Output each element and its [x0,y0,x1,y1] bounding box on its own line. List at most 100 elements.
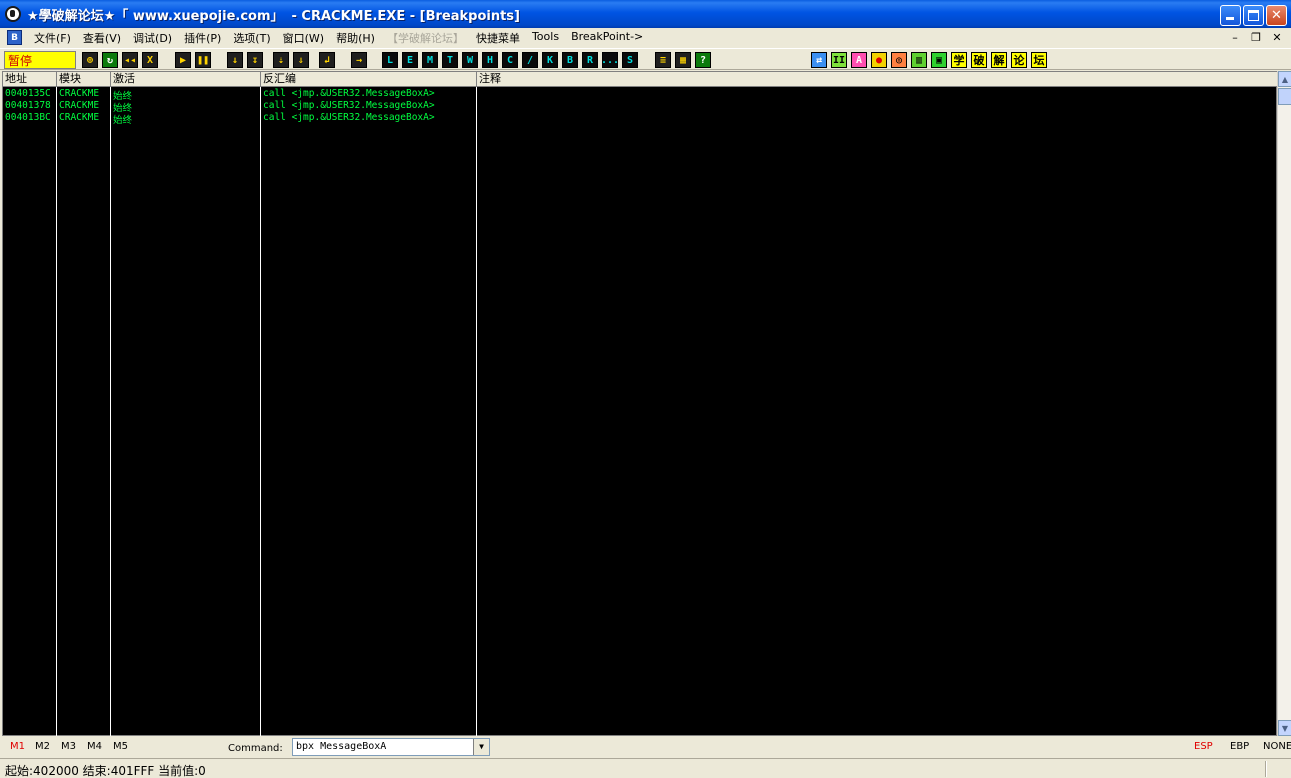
debug-status: 暂停 [4,51,76,69]
command-value[interactable]: bpx MessageBoxA [296,741,386,752]
equalizer-icon[interactable]: ▥ [911,52,927,68]
refresh-icon[interactable]: ⇄ [811,52,827,68]
pause-icon[interactable]: ❚❚ [195,52,211,68]
forum-button[interactable]: 学 [951,52,967,68]
vertical-scrollbar[interactable]: ▲ ▼ [1277,71,1291,736]
window-button[interactable]: W [462,52,478,68]
table-header: 地址 模块 激活 反汇编 注释 [3,72,1278,87]
menu-item[interactable]: 调试(D) [127,30,178,46]
mark-m1[interactable]: M1 [10,741,25,752]
maximize-icon [1248,10,1259,21]
cell-disassembly: call <jmp.&USER32.MessageBoxA> [263,88,435,99]
trace-over-icon[interactable]: ⇓ [293,52,309,68]
options-list-icon[interactable]: ≡ [655,52,671,68]
mdi-child-icon[interactable]: B [7,30,22,45]
table-row[interactable]: 0040135C CRACKME 始终 call <jmp.&USER32.Messa… [3,88,1278,102]
target-icon[interactable]: ◎ [891,52,907,68]
step-into-icon[interactable]: ↓ [227,52,243,68]
toolbar: 暂停 ⊕ ↻ ◂◂ X ▶ ❚❚ ↓ ↧ ⇣ ⇓ ↲ → L E M T W H C / K B R… [0,48,1291,70]
status-bar: 起始:402000 结束:401FFF 当前值:0 [0,758,1291,778]
window-button[interactable]: S [622,52,638,68]
mark-m3[interactable]: M3 [61,741,76,752]
restart-icon[interactable]: ↻ [102,52,118,68]
grid-icon[interactable]: ▦ [675,52,691,68]
window-button[interactable]: T [442,52,458,68]
menu-item[interactable]: 查看(V) [77,30,127,46]
maximize-button[interactable] [1243,5,1264,26]
menu-bar: B 文件(F) 查看(V) 调试(D) 插件(P) 选项(T) 窗口(W) 帮助(H) 【学破… [0,28,1291,47]
window-button[interactable]: H [482,52,498,68]
menu-item[interactable]: 快捷菜单 [470,30,526,46]
step-over-icon[interactable]: ↧ [247,52,263,68]
open-icon[interactable]: ⊕ [82,52,98,68]
mark-m4[interactable]: M4 [87,741,102,752]
run-icon[interactable]: ▶ [175,52,191,68]
table-row[interactable]: 004013BC CRACKME 始终 call <jmp.&USER32.Messa… [3,112,1278,126]
close-icon: ✕ [1271,8,1282,23]
window-button[interactable]: M [422,52,438,68]
header-address[interactable]: 地址 [3,72,57,87]
chevron-down-icon[interactable]: ▼ [473,739,489,755]
window-button[interactable]: / [522,52,538,68]
window-icon[interactable]: ▣ [931,52,947,68]
window-button[interactable]: L [382,52,398,68]
column-divider [110,87,111,737]
menu-item[interactable]: 帮助(H) [330,30,381,46]
header-comment[interactable]: 注释 [477,72,1278,87]
window-button[interactable]: C [502,52,518,68]
scroll-thumb[interactable] [1278,88,1291,105]
forum-button[interactable]: 坛 [1031,52,1047,68]
table-row[interactable]: 00401378 CRACKME 始终 call <jmp.&USER32.Messa… [3,100,1278,114]
record-icon[interactable]: ● [871,52,887,68]
cell-module: CRACKME [59,88,100,99]
mdi-close-button[interactable]: ✕ [1269,30,1285,44]
menu-item[interactable]: 插件(P) [178,30,227,46]
window-button[interactable]: R [582,52,598,68]
window-title: ★學破解论坛★「 www.xuepojie.com」 - CRACKME.EXE … [27,5,520,24]
menu-item[interactable]: 窗口(W) [277,30,330,46]
app-icon[interactable] [5,6,21,22]
register-ebp[interactable]: EBP [1230,741,1249,752]
menu-item[interactable]: Tools [526,30,565,46]
menu-item[interactable]: 文件(F) [28,30,77,46]
help-icon[interactable]: ? [695,52,711,68]
pause-green-icon[interactable]: II [831,52,847,68]
rewind-icon[interactable]: ◂◂ [122,52,138,68]
font-icon[interactable]: A [851,52,867,68]
trace-into-icon[interactable]: ⇣ [273,52,289,68]
column-divider [476,87,477,737]
close-button[interactable]: ✕ [1266,5,1287,26]
execute-till-return-icon[interactable]: ↲ [319,52,335,68]
window-button[interactable]: K [542,52,558,68]
scroll-down-icon[interactable]: ▼ [1278,720,1291,736]
goto-icon[interactable]: → [351,52,367,68]
header-active[interactable]: 激活 [111,72,261,87]
window-button[interactable]: E [402,52,418,68]
mark-m5[interactable]: M5 [113,741,128,752]
forum-button[interactable]: 解 [991,52,1007,68]
terminate-icon[interactable]: X [142,52,158,68]
register-esp[interactable]: ESP [1194,741,1213,752]
minimize-button[interactable] [1220,5,1241,26]
status-divider [1265,761,1267,777]
header-disassembly[interactable]: 反汇编 [261,72,477,87]
menu-items: 文件(F) 查看(V) 调试(D) 插件(P) 选项(T) 窗口(W) 帮助(H) 【学破解论… [28,30,649,46]
title-document: - CRACKME.EXE - [Breakpoints] [291,8,520,24]
header-module[interactable]: 模块 [57,72,111,87]
forum-button[interactable]: 论 [1011,52,1027,68]
menu-item[interactable]: BreakPoint-> [565,30,649,46]
command-input[interactable]: bpx MessageBoxA ▼ [292,738,490,756]
mdi-minimize-button[interactable]: – [1227,30,1243,44]
scroll-up-icon[interactable]: ▲ [1278,71,1291,87]
title-bar[interactable]: ★學破解论坛★「 www.xuepojie.com」 - CRACKME.EXE … [0,0,1291,28]
window-button[interactable]: ... [601,52,619,68]
register-none[interactable]: NONE [1263,741,1291,752]
window-button[interactable]: B [562,52,578,68]
menu-item[interactable]: 选项(T) [227,30,276,46]
mdi-restore-button[interactable]: ❐ [1248,30,1264,44]
status-text: 起始:402000 结束:401FFF 当前值:0 [5,764,206,778]
mark-m2[interactable]: M2 [35,741,50,752]
column-divider [260,87,261,737]
menu-item[interactable]: 【学破解论坛】 [381,30,470,46]
forum-button[interactable]: 破 [971,52,987,68]
